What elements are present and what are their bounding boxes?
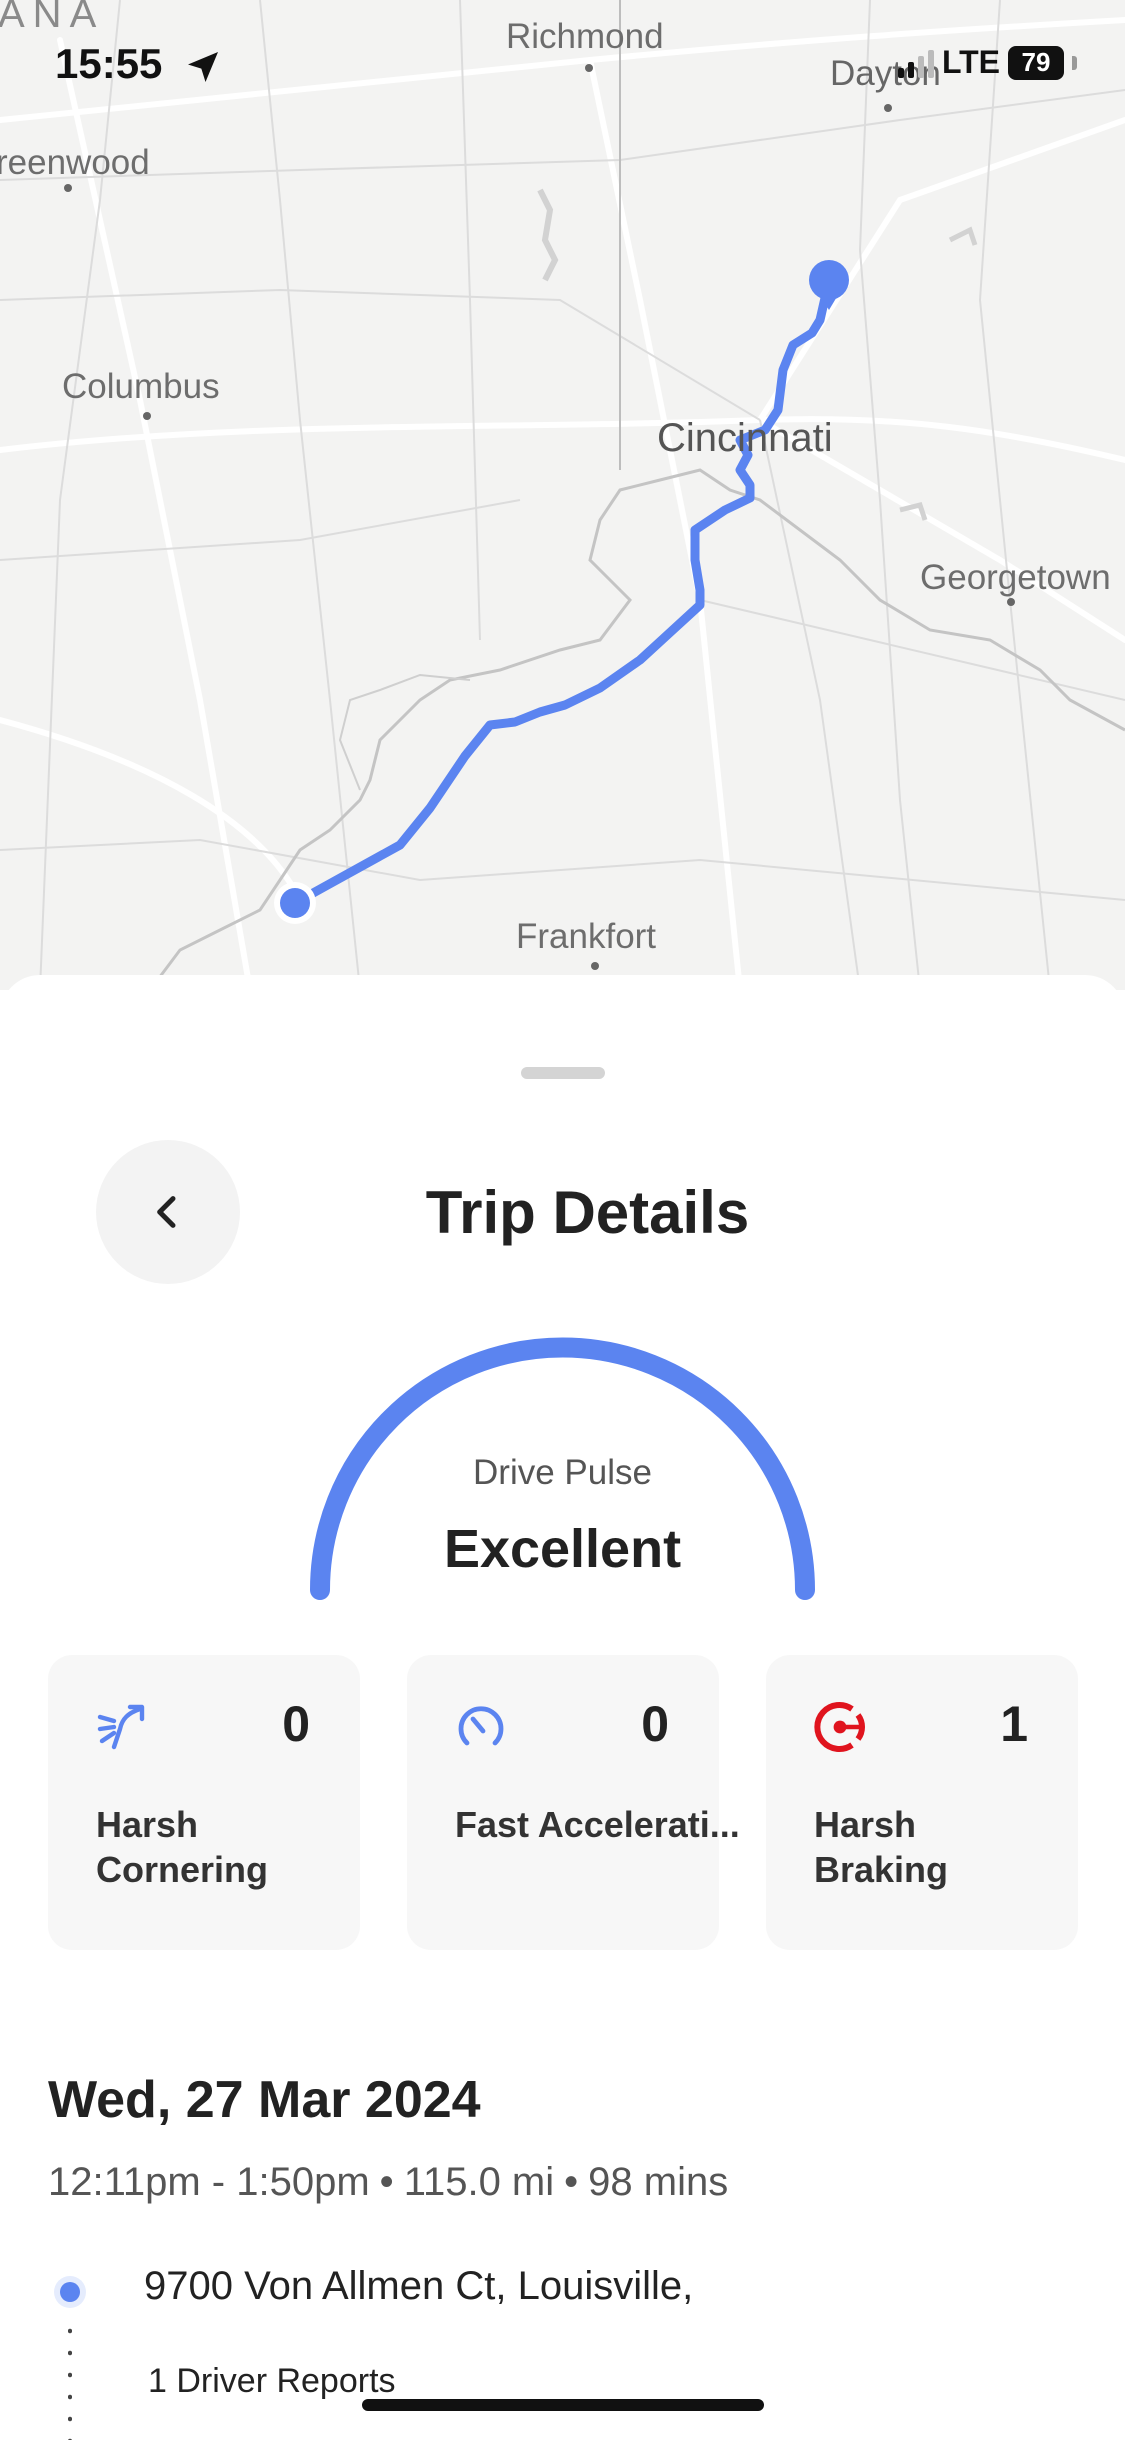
network-type: LTE bbox=[941, 44, 1000, 80]
metric-label: Fast Accelerati... bbox=[455, 1804, 740, 1845]
battery-level: 79 bbox=[1021, 47, 1051, 77]
trip-map[interactable]: ANA Richmond Dayton reenwood Columbus Ci… bbox=[0, 0, 1125, 990]
metric-count: 0 bbox=[641, 1696, 669, 1752]
metric-count: 1 bbox=[1000, 1696, 1028, 1752]
trip-summary: 12:11pm - 1:50pm • 115.0 mi • 98 mins bbox=[48, 2160, 729, 2204]
metric-fast-acceleration[interactable]: 0 Fast Accelerati... bbox=[407, 1655, 740, 1950]
drive-pulse-rating: Excellent bbox=[443, 1519, 682, 1579]
map-canvas bbox=[0, 0, 1125, 990]
status-time: 15:55 bbox=[55, 40, 163, 87]
route-line bbox=[290, 277, 835, 908]
metric-count: 0 bbox=[282, 1696, 310, 1752]
map-city-cincinnati: Cincinnati bbox=[657, 416, 833, 460]
status-indicators: LTE 79 bbox=[897, 44, 1077, 81]
metric-harsh-braking[interactable]: 1 Harsh Braking bbox=[766, 1655, 1078, 1950]
map-city-frankfort: Frankfort bbox=[516, 917, 657, 956]
metric-label: Harsh Braking bbox=[814, 1804, 949, 1890]
harsh-braking-icon bbox=[814, 1702, 865, 1752]
start-address[interactable]: 9700 Von Allmen Ct, Louisville, bbox=[144, 2264, 693, 2309]
map-city-richmond: Richmond bbox=[506, 17, 664, 56]
map-city-columbus: Columbus bbox=[62, 367, 220, 406]
route-connector bbox=[68, 2320, 72, 2440]
map-city-greenwood: reenwood bbox=[0, 143, 150, 182]
fast-acceleration-icon bbox=[458, 1706, 504, 1746]
home-indicator[interactable] bbox=[362, 2399, 764, 2411]
driver-reports-link[interactable]: 1 Driver Reports bbox=[148, 2362, 396, 2401]
location-arrow-icon bbox=[188, 52, 218, 82]
map-state-label: ANA bbox=[0, 0, 105, 36]
sheet-grabber[interactable] bbox=[521, 1067, 605, 1079]
trip-distance: 115.0 mi bbox=[403, 2160, 555, 2204]
harsh-cornering-icon bbox=[97, 1704, 145, 1750]
page-title: Trip Details bbox=[425, 1179, 750, 1246]
map-city-georgetown: Georgetown bbox=[920, 558, 1111, 597]
metric-harsh-cornering[interactable]: 0 Harsh Cornering bbox=[48, 1655, 360, 1950]
trip-date: Wed, 27 Mar 2024 bbox=[48, 2071, 481, 2129]
trip-time-range: 12:11pm - 1:50pm bbox=[48, 2160, 370, 2204]
trip-duration: 98 mins bbox=[588, 2160, 729, 2204]
battery-icon: 79 bbox=[1008, 45, 1064, 80]
cellular-signal-icon bbox=[897, 48, 934, 78]
drive-pulse-label: Drive Pulse bbox=[473, 1453, 652, 1492]
trip-details-sheet: Trip Details Drive Pulse Excellent 0 Har… bbox=[0, 975, 1125, 2440]
start-location-dot-icon bbox=[60, 2282, 80, 2302]
driving-metrics: 0 Harsh Cornering 0 Fast Accelerati... 1… bbox=[48, 1655, 1078, 1950]
metric-label: Harsh Cornering bbox=[96, 1804, 269, 1890]
